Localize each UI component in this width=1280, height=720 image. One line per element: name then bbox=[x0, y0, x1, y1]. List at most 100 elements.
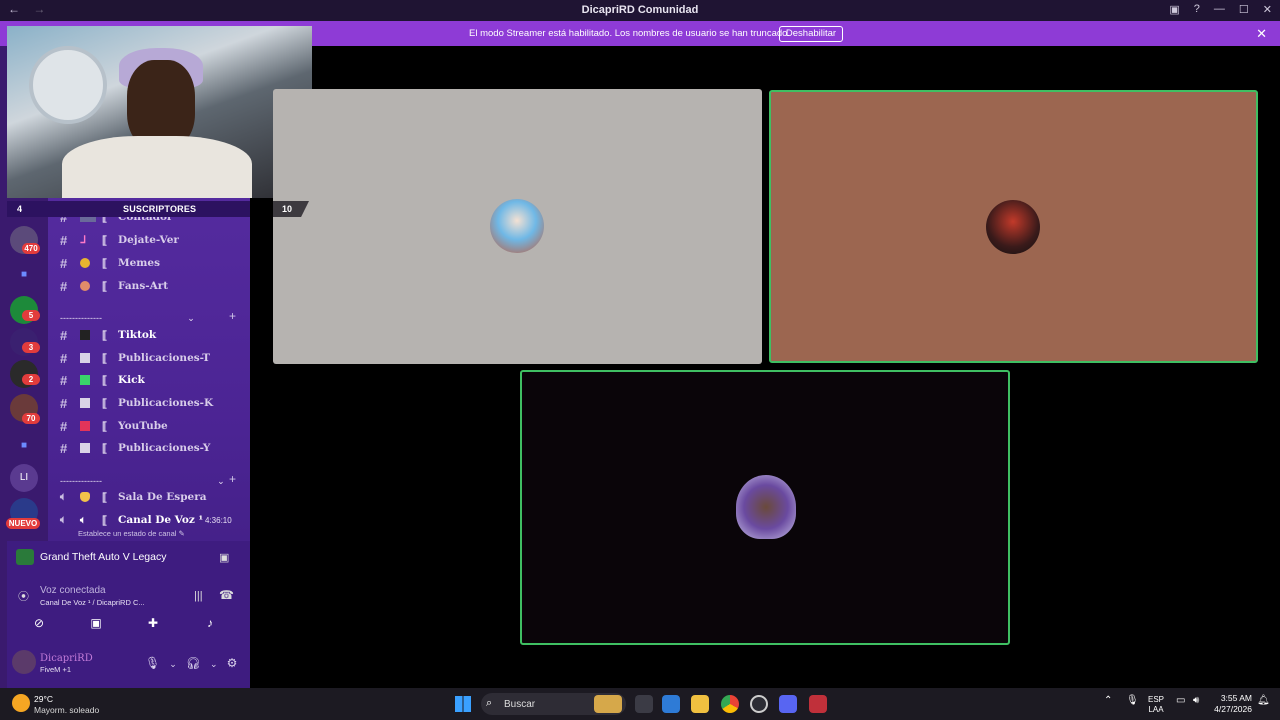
youtube-icon bbox=[80, 421, 90, 431]
mention-badge: 470 bbox=[22, 243, 40, 254]
hash-icon: # bbox=[60, 418, 68, 434]
soundboard-button[interactable]: ♪ bbox=[187, 616, 233, 634]
channel-dejate-ver[interactable]: # ᒧ ⟦ Dejate-Ver bbox=[60, 231, 179, 249]
category-header[interactable]: --------------ᅠᅠᅠᅠᅠᅠᅠᅠᅠᅠ ⌄ bbox=[60, 311, 195, 324]
speaker-emoji-icon: 🔈︎ bbox=[80, 515, 86, 526]
server-initials[interactable]: LI bbox=[10, 464, 38, 492]
shirt-image bbox=[62, 136, 252, 198]
connection-icon: ⦿ bbox=[18, 591, 29, 603]
webcam-overlay bbox=[7, 26, 312, 198]
new-badge: NUEVO bbox=[6, 518, 40, 529]
activities-button[interactable]: ✚ bbox=[130, 616, 176, 634]
folder-icon[interactable]: ■ bbox=[10, 261, 38, 289]
hash-icon: # bbox=[60, 440, 68, 456]
kick-icon bbox=[80, 375, 90, 385]
bell-icon bbox=[80, 492, 90, 502]
weather-sun-icon[interactable] bbox=[12, 694, 30, 712]
title-bar: ← → DicapriRD Comunidad ▣ ? — ☐ ✕ bbox=[0, 0, 1280, 21]
language-indicator[interactable]: ESP LAA bbox=[1148, 695, 1164, 715]
obs-icon[interactable] bbox=[750, 695, 768, 713]
taskbar-clock[interactable]: 3:55 AM 4/27/2026 bbox=[1212, 693, 1252, 715]
maximize-icon[interactable]: ☐ bbox=[1239, 3, 1249, 16]
gta-icon bbox=[16, 549, 34, 565]
hash-icon: # bbox=[60, 395, 68, 411]
channel-publicaciones-y[interactable]: # ⟦ Publicaciones-Y bbox=[60, 439, 210, 457]
minimize-icon[interactable]: — bbox=[1214, 3, 1225, 16]
volume-icon[interactable]: 🔊︎ bbox=[1193, 695, 1199, 706]
window-controls: ▣ ? — ☐ ✕ bbox=[1169, 3, 1272, 16]
weather-desc[interactable]: Mayorm. soleado bbox=[34, 705, 99, 715]
participant-tile-speaking[interactable] bbox=[769, 90, 1258, 363]
mic-tray-icon[interactable]: 🎙︎ bbox=[1126, 695, 1139, 706]
snipping-tool-icon[interactable] bbox=[662, 695, 680, 713]
user-status: FiveM +1 bbox=[40, 665, 72, 674]
channel-youtube[interactable]: # ⟦ YouTube bbox=[60, 417, 168, 435]
search-icon: ⌕ bbox=[486, 697, 493, 709]
network-icon[interactable]: ▭ bbox=[1176, 695, 1185, 706]
channel-memes[interactable]: # ⟦ Memes bbox=[60, 254, 160, 272]
channel-publicaciones-k[interactable]: # ⟦ Publicaciones-K bbox=[60, 394, 213, 412]
screen-share-icon: ▣ bbox=[90, 616, 102, 630]
participant-tile-speaking[interactable] bbox=[520, 370, 1010, 645]
microphone-icon[interactable]: 🎙︎ bbox=[145, 656, 160, 670]
folder-icon[interactable]: ■ bbox=[10, 432, 38, 460]
channel-tiktok[interactable]: # ⟦ Tiktok bbox=[60, 326, 156, 344]
doc-icon bbox=[80, 443, 90, 453]
chevron-down-icon: ⌄ bbox=[187, 313, 195, 323]
participant-tile[interactable] bbox=[273, 89, 762, 364]
category-header[interactable]: --------------ᅠᅠᅠᅠᅠᅠᅠᅠ ᅠᅠ ᅠᅠᅠ ⌄ bbox=[60, 474, 225, 487]
file-explorer-icon[interactable] bbox=[691, 695, 709, 713]
discord-icon[interactable] bbox=[779, 695, 797, 713]
username[interactable]: DicapriRD bbox=[40, 653, 93, 664]
settings-gear-icon[interactable]: ⚙ bbox=[227, 656, 238, 670]
fan-image bbox=[29, 46, 107, 124]
window-title: DicapriRD Comunidad bbox=[581, 4, 699, 16]
soundboard-icon: ♪ bbox=[207, 616, 213, 630]
doc-icon bbox=[80, 398, 90, 408]
search-highlight-icon[interactable] bbox=[594, 695, 622, 713]
participant-avatar bbox=[490, 199, 544, 253]
hash-icon: # bbox=[60, 350, 68, 366]
chrome-icon[interactable] bbox=[721, 695, 739, 713]
inbox-icon[interactable]: ▣ bbox=[1169, 3, 1179, 16]
channel-publicaciones-t[interactable]: # ⟦ Publicaciones-T bbox=[60, 349, 210, 367]
speaker-icon: 🔈︎ bbox=[60, 513, 67, 526]
user-controls: 🎙︎ ⌄ 🎧︎ ⌄ ⚙ bbox=[145, 656, 246, 670]
search-placeholder: Buscar bbox=[504, 699, 536, 710]
channel-emoji-icon: ᒧ bbox=[80, 235, 87, 246]
task-view-icon[interactable] bbox=[635, 695, 653, 713]
set-channel-status[interactable]: Establece un estado de canal ✎ bbox=[78, 529, 185, 538]
subscriber-bar: 4 SUSCRIPTORES bbox=[7, 201, 250, 217]
avatar[interactable] bbox=[12, 650, 36, 674]
tray-overflow-icon[interactable]: ⌃ bbox=[1104, 695, 1112, 706]
headphones-icon[interactable]: 🎧︎ bbox=[186, 656, 201, 670]
doc-icon bbox=[80, 353, 90, 363]
help-icon[interactable]: ? bbox=[1194, 3, 1200, 16]
stream-screen-icon[interactable]: ▣ bbox=[219, 551, 229, 564]
activities-icon: ✚ bbox=[147, 616, 159, 630]
palette-icon bbox=[80, 281, 90, 291]
camera-off-button[interactable]: ⊘ bbox=[16, 616, 62, 634]
chevron-down-icon[interactable]: ⌄ bbox=[169, 659, 177, 669]
emoji-face-icon bbox=[80, 258, 90, 268]
noise-suppression-icon[interactable]: ||| bbox=[194, 590, 203, 602]
channel-fans-art[interactable]: # ⟦ Fans-Art bbox=[60, 277, 168, 295]
disconnect-icon[interactable]: ☎ bbox=[219, 588, 234, 602]
banner-close-icon[interactable]: ✕ bbox=[1256, 26, 1267, 42]
close-window-icon[interactable]: ✕ bbox=[1263, 3, 1272, 16]
add-channel-icon[interactable]: + bbox=[229, 472, 236, 486]
add-channel-icon[interactable]: + bbox=[229, 309, 236, 323]
voice-channel-sala[interactable]: 🔈︎ ⟦ Sala De Espera bbox=[60, 488, 207, 506]
voice-channel-canal[interactable]: 🔈︎ 🔈︎ ⟦ Canal De Voz ¹ bbox=[60, 511, 203, 529]
chevron-down-icon[interactable]: ⌄ bbox=[210, 659, 218, 669]
notification-bell-icon[interactable]: 🔔︎ bbox=[1257, 695, 1270, 706]
disable-streamer-button[interactable]: Deshabilitar bbox=[779, 26, 843, 42]
voice-connected-title: Voz conectada bbox=[40, 585, 106, 596]
screen-share-button[interactable]: ▣ bbox=[73, 616, 119, 634]
weather-temp[interactable]: 29°C bbox=[34, 694, 53, 704]
app-icon[interactable] bbox=[809, 695, 827, 713]
hash-icon: # bbox=[60, 327, 68, 343]
windows-start-icon[interactable] bbox=[455, 696, 471, 712]
pencil-icon: ✎ bbox=[178, 529, 185, 538]
channel-kick[interactable]: # ⟦ Kick bbox=[60, 371, 145, 389]
